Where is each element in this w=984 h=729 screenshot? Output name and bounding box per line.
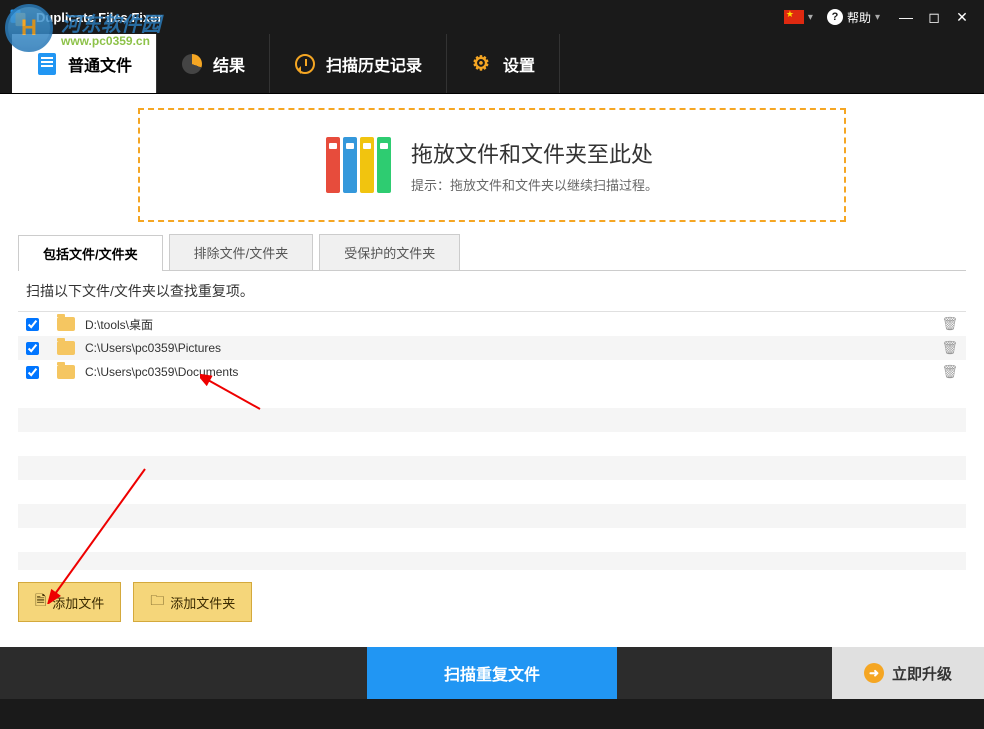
add-file-label: 添加文件 (52, 593, 104, 612)
tab-label: 扫描历史记录 (326, 52, 422, 76)
trash-icon[interactable]: 🗑 (941, 364, 958, 380)
item-checkbox[interactable] (26, 366, 39, 379)
help-caret-icon: ▾ (875, 12, 880, 23)
subtab-protected[interactable]: 受保护的文件夹 (319, 234, 460, 270)
upgrade-button-label: 立即升级 (892, 663, 952, 684)
content-area: 拖放文件和文件夹至此处 提示：拖放文件和文件夹以继续扫描过程。 包括文件/文件夹… (0, 94, 984, 647)
dropzone-heading: 拖放文件和文件夹至此处 (411, 137, 658, 169)
file-icon: 🗎 (35, 590, 46, 614)
drop-zone[interactable]: 拖放文件和文件夹至此处 提示：拖放文件和文件夹以继续扫描过程。 (138, 108, 846, 222)
subtab-include[interactable]: 包括文件/文件夹 (18, 235, 163, 271)
scan-section-header: 扫描以下文件/文件夹以查找重复项。 (18, 271, 966, 312)
subtab-exclude[interactable]: 排除文件/文件夹 (169, 234, 314, 270)
add-file-button[interactable]: 🗎 添加文件 (18, 582, 121, 622)
sub-tabs: 包括文件/文件夹 排除文件/文件夹 受保护的文件夹 (18, 234, 966, 271)
watermark-url: www.pc0359.cn (61, 34, 161, 48)
scan-button[interactable]: 扫描重复文件 (367, 647, 617, 699)
item-path: C:\Users\pc0359\Documents (85, 365, 941, 379)
bottom-bar: 扫描重复文件 ➜ 立即升级 (0, 647, 984, 699)
trash-icon[interactable]: 🗑 (941, 340, 958, 356)
list-item[interactable]: C:\Users\pc0359\Pictures 🗑 (18, 336, 966, 360)
dropzone-hint: 提示：拖放文件和文件夹以继续扫描过程。 (411, 175, 658, 194)
minimize-button[interactable]: — (892, 3, 920, 31)
watermark-cn: 河东软件园 (61, 8, 161, 37)
history-icon (294, 53, 316, 75)
watermark-logo: H (5, 4, 53, 52)
help-icon: ? (827, 9, 843, 25)
doc-icon (36, 53, 58, 75)
tab-label: 设置 (503, 52, 535, 76)
tab-settings[interactable]: ⚙ 设置 (447, 34, 560, 93)
binders-icon (326, 137, 391, 193)
maximize-button[interactable]: ◻ (920, 3, 948, 31)
list-item[interactable]: C:\Users\pc0359\Documents 🗑 (18, 360, 966, 384)
folder-icon (57, 365, 75, 379)
watermark-overlay: H 河东软件园 www.pc0359.cn (0, 0, 200, 55)
item-path: D:\tools\桌面 (85, 316, 941, 333)
scan-button-label: 扫描重复文件 (444, 661, 540, 685)
help-label: 帮助 (847, 9, 871, 26)
close-button[interactable]: ✕ (948, 3, 976, 31)
item-path: C:\Users\pc0359\Pictures (85, 341, 941, 355)
folder-icon (57, 341, 75, 355)
folder-icon (57, 317, 75, 331)
pie-icon (181, 53, 203, 75)
add-buttons-row: 🗎 添加文件 🗀 添加文件夹 (18, 570, 966, 622)
language-caret-icon[interactable]: ▾ (808, 12, 813, 23)
add-folder-button[interactable]: 🗀 添加文件夹 (133, 582, 252, 622)
tab-history[interactable]: 扫描历史记录 (270, 34, 447, 93)
item-checkbox[interactable] (26, 318, 39, 331)
upgrade-button[interactable]: ➜ 立即升级 (832, 647, 984, 699)
gear-icon: ⚙ (471, 53, 493, 75)
item-checkbox[interactable] (26, 342, 39, 355)
folder-outline-icon: 🗀 (150, 590, 164, 614)
file-list: D:\tools\桌面 🗑 C:\Users\pc0359\Pictures 🗑… (18, 312, 966, 570)
arrow-right-icon: ➜ (864, 663, 884, 683)
help-menu[interactable]: ? 帮助 ▾ (827, 9, 880, 26)
list-item[interactable]: D:\tools\桌面 🗑 (18, 312, 966, 336)
tab-label: 结果 (213, 52, 245, 76)
language-flag-icon[interactable] (784, 10, 804, 24)
trash-icon[interactable]: 🗑 (941, 316, 958, 332)
add-folder-label: 添加文件夹 (170, 593, 235, 612)
tab-label: 普通文件 (68, 52, 132, 76)
